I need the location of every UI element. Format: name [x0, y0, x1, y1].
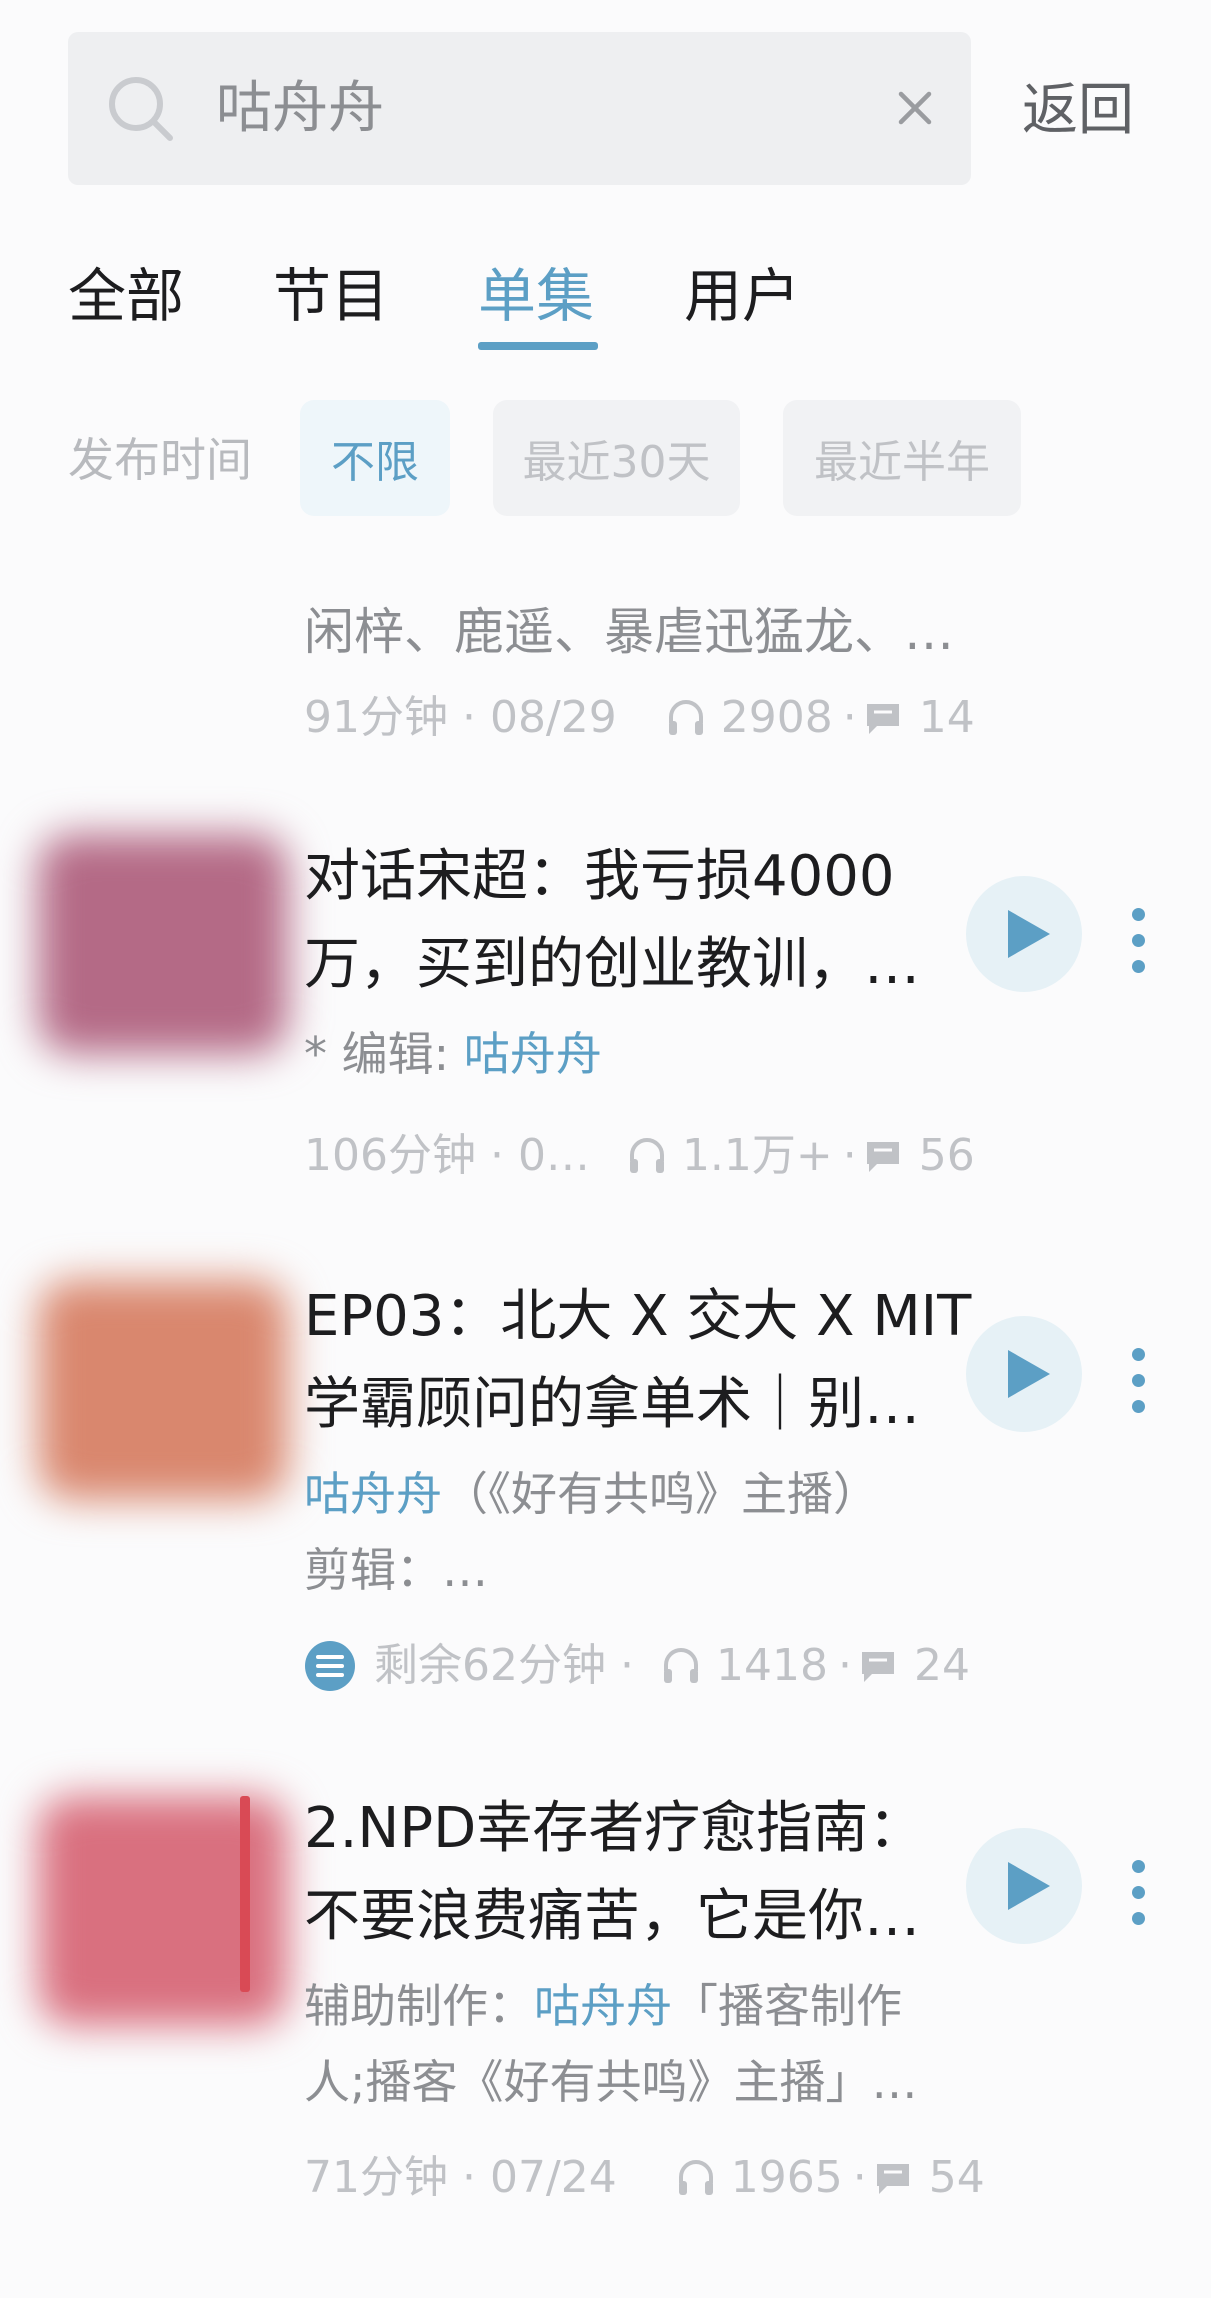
comment-icon: [866, 704, 899, 734]
episode-title-line-2: 不要浪费痛苦，它是你…: [304, 1884, 920, 1949]
play-count: 1965: [730, 2152, 843, 2203]
more-icon[interactable]: [1126, 908, 1152, 974]
episode-meta: 106分钟 · 0… 1.1万+ · 56: [304, 1124, 975, 1188]
author-link[interactable]: 咕舟舟: [304, 1467, 442, 1521]
duration-date: 106分钟 · 0…: [304, 1130, 590, 1181]
active-tab-indicator: [478, 342, 598, 350]
episode-cover: [38, 834, 288, 1054]
more-icon[interactable]: [1126, 1860, 1152, 1926]
play-icon: [1008, 1350, 1050, 1398]
duration-date: 71分钟 · 07/24: [304, 2152, 617, 2203]
author-link[interactable]: 咕舟舟: [534, 1979, 672, 2033]
tab-all[interactable]: 全部: [68, 254, 184, 338]
episode-title-line-2: 学霸顾问的拿单术｜别…: [304, 1372, 920, 1437]
clear-icon[interactable]: [889, 82, 941, 134]
more-icon[interactable]: [1126, 1348, 1152, 1414]
episode-meta: 71分钟 · 07/24 1965 · 54: [304, 2146, 985, 2210]
episode-cover: [38, 1280, 288, 1500]
back-button[interactable]: 返回: [1022, 72, 1134, 150]
episode-credits-line-2: 人;播客《好有共鸣》主播」…: [304, 2055, 918, 2109]
comment-icon: [866, 1142, 899, 1172]
playlist-icon: [305, 1641, 355, 1691]
play-button[interactable]: [966, 876, 1082, 992]
play-icon: [1008, 910, 1050, 958]
filter-chip-any[interactable]: 不限: [300, 400, 450, 516]
comment-count: 56: [918, 1130, 975, 1181]
search-icon: [109, 77, 173, 141]
episode-title: 对话宋超：我亏损4000: [304, 844, 895, 909]
episode-title: 2.NPD幸存者疗愈指南：: [304, 1796, 925, 1861]
episode-credits: * 编辑: 咕舟舟: [304, 1027, 602, 1081]
comment-count: 54: [928, 2152, 985, 2203]
comment-icon: [876, 2164, 909, 2194]
headphones-icon: [668, 700, 703, 735]
tab-episodes[interactable]: 单集: [478, 254, 594, 338]
episode-title: EP03：北大 X 交大 X MIT: [304, 1284, 972, 1349]
filter-chip-half-year[interactable]: 最近半年: [783, 400, 1021, 516]
play-button[interactable]: [966, 1316, 1082, 1432]
episode-title-line-2: 万，买到的创业教训，…: [304, 932, 920, 997]
episode-meta: 剩余62分钟 · 1418 · 24: [304, 1634, 970, 1698]
comment-count: 14: [918, 692, 975, 743]
play-button[interactable]: [966, 1828, 1082, 1944]
cover-accent-bar: [240, 1796, 250, 1992]
tab-users[interactable]: 用户: [684, 254, 800, 338]
search-box[interactable]: 咕舟舟: [68, 32, 971, 185]
author-link[interactable]: 咕舟舟: [464, 1027, 602, 1081]
remaining-time: 剩余62分钟 ·: [374, 1640, 634, 1691]
headphones-icon: [678, 2160, 713, 2195]
headphones-icon: [663, 1648, 698, 1683]
episode-meta: 91分钟 · 08/29 2908 · 14: [304, 686, 975, 750]
search-input[interactable]: 咕舟舟: [216, 72, 384, 146]
tab-programs[interactable]: 节目: [273, 254, 389, 338]
episode-credits: 咕舟舟（《好有共鸣》主播）: [304, 1467, 879, 1521]
comment-icon: [861, 1652, 894, 1682]
play-count: 1418: [715, 1640, 828, 1691]
comment-count: 24: [913, 1640, 970, 1691]
headphones-icon: [629, 1138, 664, 1173]
filter-label: 发布时间: [68, 433, 252, 487]
filter-chip-30-days[interactable]: 最近30天: [493, 400, 740, 516]
episode-credits-line-2: 剪辑：…: [304, 1543, 488, 1597]
episode-credits: 闲梓、鹿遥、暴虐迅猛龙、…: [304, 603, 954, 661]
episode-credits: 辅助制作：咕舟舟「播客制作: [304, 1979, 902, 2033]
play-count: 1.1万+: [681, 1130, 833, 1181]
play-count: 2908: [720, 692, 833, 743]
episode-cover: [38, 1796, 288, 2026]
duration-date: 91分钟 · 08/29: [304, 692, 617, 743]
play-icon: [1008, 1862, 1050, 1910]
